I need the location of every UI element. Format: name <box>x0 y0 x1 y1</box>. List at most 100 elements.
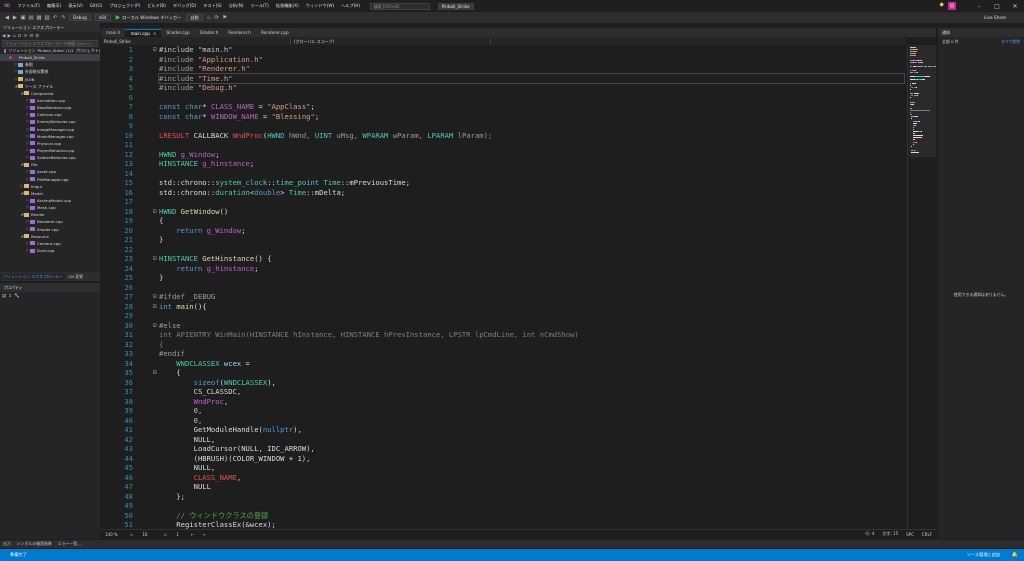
code-line[interactable]: 14 <box>101 169 906 179</box>
scope-combo[interactable]: (グローバル スコープ) <box>291 37 491 45</box>
tree-item[interactable]: ◢ ソース ファイル <box>0 83 100 90</box>
tree-item[interactable]: ▷ Animation.cpp <box>0 97 100 104</box>
flame-icon[interactable]: ♨ <box>205 15 213 21</box>
code-line[interactable]: 36 sizeof(WNDCLASSEX), <box>101 378 906 388</box>
code-line[interactable]: 42 NULL, <box>101 435 906 445</box>
sort-icon[interactable]: ↕ <box>8 294 12 299</box>
fold-toggle-icon[interactable]: ⊟ <box>153 368 157 378</box>
code-line[interactable]: 30 ⊟ #else <box>101 321 906 331</box>
tree-item[interactable]: ◢ File <box>0 161 100 168</box>
save-icon[interactable]: ▦ <box>35 15 43 21</box>
menu-item[interactable]: 編集(E) <box>43 0 64 12</box>
minimize-icon[interactable]: – <box>970 0 988 12</box>
code-editor[interactable]: 1 ⊟ #include "main.h" 2 #include "Applicatio… <box>101 45 906 529</box>
line-ending[interactable]: CRLF <box>918 532 936 537</box>
tree-item[interactable]: ▷ PlayerBehavior.cpp <box>0 147 100 154</box>
menu-item[interactable]: ウィンドウ(W) <box>302 0 337 12</box>
search-input[interactable]: 検索 (Ctrl+Q) <box>369 2 430 10</box>
tree-item[interactable]: ◢ Pinball_Strike <box>0 54 100 62</box>
tab-output[interactable]: 出力 <box>0 541 14 547</box>
tree-item[interactable]: ▷ AssimpModel.cpp <box>0 197 100 204</box>
code-line[interactable]: 16 std::chrono::duration<double> Time::mD… <box>101 188 906 198</box>
code-line[interactable]: 8 const char* WINDOW_NAME = "Blessing"; <box>101 112 906 122</box>
code-line[interactable]: 24 return g_hinstance; <box>101 264 906 274</box>
tree-item[interactable]: ▷ SoldierBehavior.cpp <box>0 154 100 161</box>
maximize-icon[interactable]: □ <box>988 0 1006 12</box>
code-line[interactable]: 37 CS_CLASSDC, <box>101 387 906 397</box>
code-line[interactable]: 44 (HBRUSH)(COLOR_WINDOW + 1), <box>101 454 906 464</box>
tree-item[interactable]: ▷ JSON <box>0 76 100 83</box>
code-line[interactable]: 33 #endif <box>101 349 906 359</box>
tree-item[interactable]: ▷ Shader.cpp <box>0 226 100 233</box>
code-line[interactable]: 35 ⊟ { <box>101 368 906 378</box>
whitespace-mode[interactable]: SPC <box>902 532 918 537</box>
back-icon[interactable]: ◀ <box>2 34 5 39</box>
menu-item[interactable]: デバッグ(D) <box>169 0 199 12</box>
menu-item[interactable]: ヘルプ(H) <box>338 0 364 12</box>
code-line[interactable]: 50 // ウィンドウクラスの登録 <box>101 511 906 521</box>
fold-toggle-icon[interactable]: ⊟ <box>153 321 157 331</box>
code-line[interactable]: 4 #include "Time.h" <box>101 72 906 84</box>
code-line[interactable]: 45 NULL, <box>101 463 906 473</box>
code-line[interactable]: 25} <box>101 273 906 283</box>
menu-item[interactable]: テスト(S) <box>200 0 226 12</box>
tree-item[interactable]: ▷ Collision.cpp <box>0 111 100 118</box>
code-line[interactable]: 13 HINSTANCE g_hinstance; <box>101 159 906 169</box>
tree-item[interactable]: ▷ Mesh.cpp <box>0 204 100 211</box>
tree-item[interactable]: ◢ Render <box>0 211 100 218</box>
user-avatar[interactable]: 田 <box>948 2 956 10</box>
bell-icon[interactable]: 🔔 <box>1012 549 1018 561</box>
flame-icon[interactable]: ◆ <box>939 1 944 8</box>
tree-item[interactable]: ▷ FileManager.cpp <box>0 176 100 183</box>
code-line[interactable]: 27 ⊟ #ifdef _DEBUG <box>101 292 906 302</box>
code-line[interactable]: 2 #include "Application.h" <box>101 55 906 65</box>
tree-item[interactable]: ソリューション 'Pinball_Strike' (1/1 プロジェクト) <box>0 47 100 54</box>
code-line[interactable]: 9 <box>101 121 906 131</box>
code-line[interactable]: 48 }; <box>101 492 906 502</box>
code-line[interactable]: 5 #include "Debug.h" <box>101 83 906 93</box>
menu-item[interactable]: ファイル(F) <box>14 0 43 12</box>
wrench-icon[interactable]: 🔧 <box>14 294 20 299</box>
code-line[interactable]: 47 NULL <box>101 482 906 492</box>
undo-icon[interactable]: ↶ <box>51 15 59 21</box>
code-line[interactable]: 40 0, <box>101 416 906 426</box>
code-line[interactable]: 38 WndProc, <box>101 397 906 407</box>
code-line[interactable]: 43 LoadCursor(NULL, IDC_ARROW), <box>101 444 906 454</box>
menu-item[interactable]: 分析(N) <box>225 0 247 12</box>
code-line[interactable]: 26 <box>101 283 906 293</box>
menu-item[interactable]: ビルド(B) <box>144 0 170 12</box>
open-file-icon[interactable]: ▤ <box>27 15 35 21</box>
home-icon[interactable]: ⌂ <box>13 34 16 39</box>
code-line[interactable]: 3 #include "Renderer.h" <box>101 64 906 74</box>
fold-toggle-icon[interactable]: ⊟ <box>153 207 157 217</box>
menu-item[interactable]: ツール(T) <box>247 0 272 12</box>
platform-select[interactable]: x64 <box>94 14 111 21</box>
code-line[interactable]: 6 <box>101 93 906 103</box>
fold-toggle-icon[interactable]: ⊟ <box>153 292 157 302</box>
tree-item[interactable]: ▷ BossBehavior.cpp <box>0 104 100 111</box>
settings-icon[interactable]: ⚙ <box>35 34 39 39</box>
save-all-icon[interactable]: ▧ <box>43 15 51 21</box>
tree-item[interactable]: ▷ Renderer.cpp <box>0 218 100 225</box>
code-line[interactable]: 29 <box>101 311 906 321</box>
tree-item[interactable]: ▷ 参照 <box>0 61 100 68</box>
menu-item[interactable]: 表示(V) <box>65 0 87 12</box>
code-line[interactable]: 20 return g_Window; <box>101 226 906 236</box>
fold-toggle-icon[interactable]: ⊟ <box>153 45 157 55</box>
warning-count[interactable]: ⚠ 1 <box>155 532 186 537</box>
document-tab[interactable]: main.h <box>101 29 125 37</box>
code-line[interactable]: 31 int APIENTRY WinMain(HINSTANCE hInstan… <box>101 330 906 340</box>
code-line[interactable]: 15 std::chrono::system_clock::time_point … <box>101 178 906 188</box>
fold-toggle-icon[interactable]: ⊟ <box>153 302 157 312</box>
refresh-icon[interactable]: ⟳ <box>24 34 28 39</box>
scrollbar-minimap[interactable] <box>907 45 936 529</box>
tab-symbol-search[interactable]: シンボルの検索結果 <box>14 541 55 547</box>
project-combo[interactable]: Pinball_Strike <box>101 37 291 45</box>
tree-item[interactable]: ◢ Resource <box>0 233 100 240</box>
tree-item[interactable]: ▷ Asset.cpp <box>0 168 100 175</box>
code-line[interactable]: 23 ⊟ HINSTANCE GetHinstance() { <box>101 254 906 264</box>
code-line[interactable]: 21} <box>101 235 906 245</box>
add-to-source-control-button[interactable]: ソース管理に追加 <box>967 549 1000 561</box>
live-share-button[interactable]: Live Share <box>984 12 1006 23</box>
start-debugging-button[interactable]: ▶ ローカル Windows デバッガー <box>116 14 182 21</box>
